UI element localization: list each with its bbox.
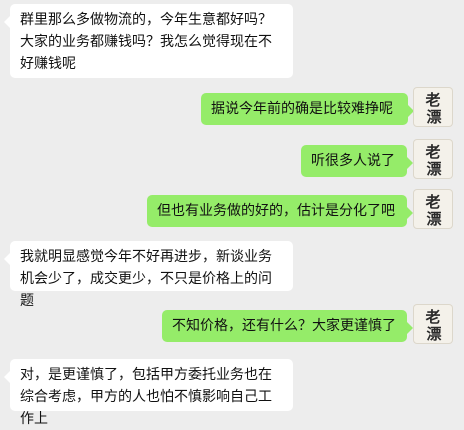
svg-text:老: 老 — [424, 143, 440, 161]
message-incoming[interactable]: 对，是更谨慎了，包括甲方委托业务也在综合考虑，甲方的人也怕不慎影响自己工作上 — [4, 359, 293, 427]
message-outgoing[interactable]: 但也有业务做的好的，估计是分化了吧 — [147, 195, 413, 227]
calligraphy-avatar-icon: 老 漂 — [424, 143, 441, 178]
svg-text:老: 老 — [424, 308, 440, 326]
svg-text:老: 老 — [424, 91, 440, 109]
message-outgoing[interactable]: 不知价格，还有什么？大家更谨慎了 — [162, 310, 413, 342]
message-text: 我就明显感觉今年不好再进步，新谈业务机会少了，成交更少，不只是价格上的问题 — [20, 249, 272, 309]
message-outgoing[interactable]: 据说今年前的确是比较难挣呢 — [201, 93, 414, 125]
avatar[interactable]: 老 漂 — [413, 189, 453, 229]
message-outgoing[interactable]: 听很多人说了 — [301, 145, 413, 177]
svg-text:老: 老 — [424, 193, 440, 211]
message-text: 但也有业务做的好的，估计是分化了吧 — [157, 203, 395, 219]
avatar[interactable]: 老 漂 — [413, 304, 453, 344]
svg-text:漂: 漂 — [426, 108, 441, 126]
svg-text:漂: 漂 — [426, 325, 441, 343]
calligraphy-avatar-icon: 老 漂 — [424, 193, 441, 228]
message-text: 对，是更谨慎了，包括甲方委托业务也在综合考虑，甲方的人也怕不慎影响自己工作上 — [20, 367, 272, 427]
calligraphy-avatar-icon: 老 漂 — [424, 308, 441, 343]
message-text: 据说今年前的确是比较难挣呢 — [211, 101, 393, 117]
svg-text:漂: 漂 — [426, 160, 441, 178]
avatar[interactable]: 老 漂 — [413, 139, 453, 179]
svg-text:漂: 漂 — [426, 210, 441, 228]
message-text: 群里那么多做物流的，今年生意都好吗？大家的业务都赚钱吗？我怎么觉得现在不好赚钱呢 — [20, 12, 272, 72]
message-text: 不知价格，还有什么？大家更谨慎了 — [172, 318, 396, 334]
calligraphy-avatar-icon: 老 漂 — [424, 91, 441, 126]
chat-thread: 群里那么多做物流的，今年生意都好吗？大家的业务都赚钱吗？我怎么觉得现在不好赚钱呢… — [0, 0, 464, 427]
message-incoming[interactable]: 我就明显感觉今年不好再进步，新谈业务机会少了，成交更少，不只是价格上的问题 — [4, 241, 293, 309]
message-incoming[interactable]: 群里那么多做物流的，今年生意都好吗？大家的业务都赚钱吗？我怎么觉得现在不好赚钱呢 — [4, 4, 293, 78]
avatar[interactable]: 老 漂 — [413, 87, 453, 127]
message-text: 听很多人说了 — [311, 153, 395, 169]
